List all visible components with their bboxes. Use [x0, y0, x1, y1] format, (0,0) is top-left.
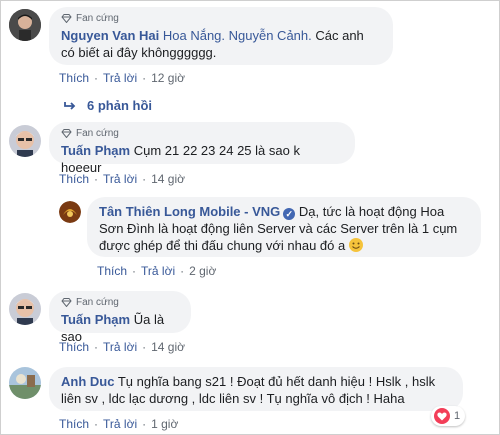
like-button[interactable]: Thích	[59, 71, 89, 85]
comment-time[interactable]: 14 giờ	[151, 172, 185, 186]
avatar[interactable]	[9, 367, 41, 399]
comment-bubble: Fan cứng Tuấn Phạm Cụm 21 22 23 24 25 là…	[49, 122, 355, 175]
reply-author[interactable]: Tân Thiên Long Mobile - VNG	[99, 204, 280, 219]
comment-actions: Thích · Trả lời · 14 giờ	[59, 340, 185, 354]
avatar[interactable]	[9, 293, 41, 325]
fan-badge-label: Fan cứng	[76, 128, 119, 139]
reaction-count: 1	[454, 410, 461, 422]
verified-badge-icon: ✓	[283, 208, 296, 220]
like-button[interactable]: Thích	[59, 172, 89, 186]
reply-arrow-icon	[64, 101, 76, 110]
view-replies-link[interactable]: 6 phản hồi	[63, 98, 152, 113]
reply-button[interactable]: Trả lời	[103, 340, 137, 354]
diamond-icon	[61, 298, 72, 307]
comment-bubble: Fan cứng Tuấn Phạm Ũa là sao	[49, 291, 191, 344]
reply-button[interactable]: Trả lời	[103, 71, 137, 85]
fan-badge-label: Fan cứng	[76, 297, 119, 308]
diamond-icon	[61, 14, 72, 23]
reply-button[interactable]: Trả lời	[103, 417, 137, 431]
reply-actions: Thích · Trả lời · 2 giờ	[97, 264, 217, 278]
comment-author[interactable]: Nguyen Van Hai	[61, 28, 159, 43]
comment-author[interactable]: Tuấn Phạm	[61, 312, 130, 327]
fan-badge: Fan cứng	[61, 296, 179, 309]
reply-button[interactable]: Trả lời	[141, 264, 175, 278]
comment-actions: Thích · Trả lời · 12 giờ	[59, 71, 185, 85]
reaction-summary[interactable]: 1	[431, 406, 466, 426]
comment-actions: Thích · Trả lời · 14 giờ	[59, 172, 185, 186]
view-replies-label: 6 phản hồi	[87, 98, 152, 113]
fan-badge: Fan cứng	[61, 12, 381, 25]
fan-badge-label: Fan cứng	[76, 13, 119, 24]
like-button[interactable]: Thích	[59, 417, 89, 431]
comment-author[interactable]: Anh Duc	[61, 374, 114, 389]
comment-thread: Fan cứng Nguyen Van Hai Hoa Nắng. Nguyễn…	[0, 0, 500, 435]
mention-link[interactable]: Hoa Nắng. Nguyễn Cảnh.	[163, 28, 312, 43]
avatar[interactable]	[9, 9, 41, 41]
comment-time[interactable]: 1 giờ	[151, 417, 178, 431]
comment-actions: Thích · Trả lời · 1 giờ	[59, 417, 179, 431]
reply-button[interactable]: Trả lời	[103, 172, 137, 186]
fan-badge: Fan cứng	[61, 127, 343, 140]
comment-text: Tụ nghĩa bang s21 ! Đoạt đủ hết danh hiệ…	[61, 374, 436, 406]
like-button[interactable]: Thích	[97, 264, 127, 278]
like-button[interactable]: Thích	[59, 340, 89, 354]
avatar[interactable]	[9, 125, 41, 157]
smiley-emoji-icon	[348, 238, 363, 252]
comment-bubble: Anh Duc Tụ nghĩa bang s21 ! Đoạt đủ hết …	[49, 367, 463, 411]
heart-reaction-icon	[434, 408, 450, 424]
reply-time[interactable]: 2 giờ	[189, 264, 216, 278]
comment-author[interactable]: Tuấn Phạm	[61, 143, 130, 158]
reply-bubble: Tân Thiên Long Mobile - VNG ✓ Dạ, tức là …	[87, 197, 481, 257]
comment-time[interactable]: 14 giờ	[151, 340, 185, 354]
page-avatar[interactable]	[59, 201, 81, 223]
comment-bubble: Fan cứng Nguyen Van Hai Hoa Nắng. Nguyễn…	[49, 7, 393, 65]
comment-time[interactable]: 12 giờ	[151, 71, 185, 85]
diamond-icon	[61, 129, 72, 138]
